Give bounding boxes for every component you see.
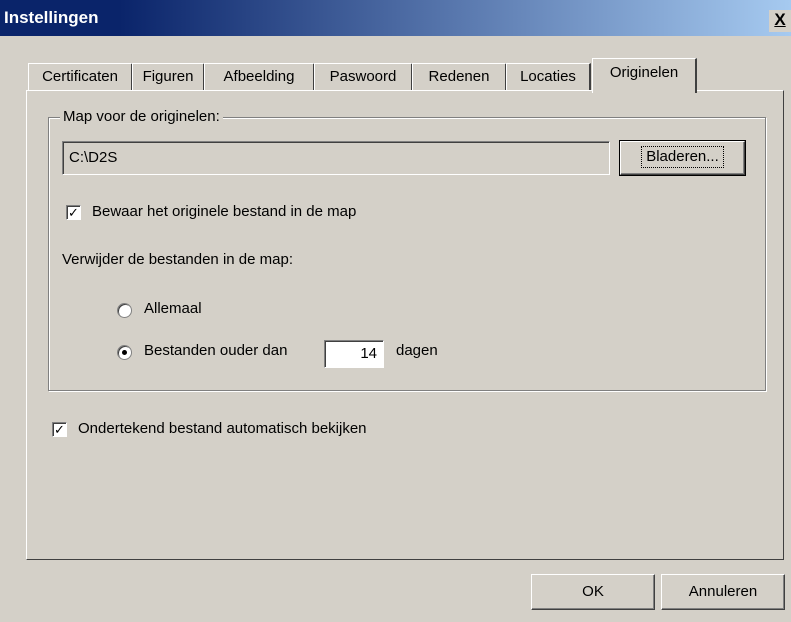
cancel-button[interactable]: Annuleren: [661, 574, 785, 610]
browse-button-label: Bladeren...: [641, 146, 724, 168]
group-label: Map voor de originelen:: [60, 108, 223, 125]
tab-locaties[interactable]: Locaties: [506, 63, 591, 90]
window-title: Instellingen: [4, 8, 99, 27]
tab-label: Locaties: [520, 68, 576, 85]
radio-dot-icon: [122, 350, 127, 355]
keep-original-checkbox[interactable]: ✓: [66, 205, 81, 220]
tab-label: Redenen: [428, 68, 490, 85]
tab-label: Originelen: [609, 64, 679, 81]
tab-originelen[interactable]: Originelen: [592, 58, 697, 93]
keep-original-label: Bewaar het originele bestand in de map: [92, 203, 357, 220]
tab-label: Certificaten: [42, 68, 118, 85]
days-input[interactable]: 14: [324, 340, 384, 368]
auto-view-checkbox[interactable]: ✓: [52, 422, 67, 437]
option-all-radio[interactable]: [117, 303, 132, 318]
option-all-label: Allemaal: [144, 300, 202, 317]
folder-path-field[interactable]: C:\D2S: [62, 141, 610, 175]
checkmark-icon: ✓: [68, 205, 79, 220]
tab-label: Paswoord: [329, 68, 397, 85]
tab-paswoord[interactable]: Paswoord: [314, 63, 413, 90]
tab-label: Afbeelding: [223, 68, 295, 85]
browse-button[interactable]: Bladeren...: [619, 140, 746, 176]
close-button[interactable]: X: [769, 10, 791, 32]
tab-redenen[interactable]: Redenen: [412, 63, 507, 90]
tab-label: Figuren: [142, 68, 194, 85]
close-icon: X: [774, 10, 786, 29]
title-bar: Instellingen X: [0, 0, 791, 36]
days-unit-label: dagen: [396, 342, 438, 359]
option-older-radio[interactable]: [117, 345, 132, 360]
checkmark-icon: ✓: [54, 422, 65, 437]
tab-afbeelding[interactable]: Afbeelding: [204, 63, 315, 90]
option-older-label: Bestanden ouder dan: [144, 342, 288, 359]
tab-figuren[interactable]: Figuren: [132, 63, 205, 90]
ok-button[interactable]: OK: [531, 574, 655, 610]
delete-files-label: Verwijder de bestanden in de map:: [62, 251, 293, 268]
auto-view-label: Ondertekend bestand automatisch bekijken: [78, 420, 367, 437]
tab-certificaten[interactable]: Certificaten: [28, 63, 133, 90]
